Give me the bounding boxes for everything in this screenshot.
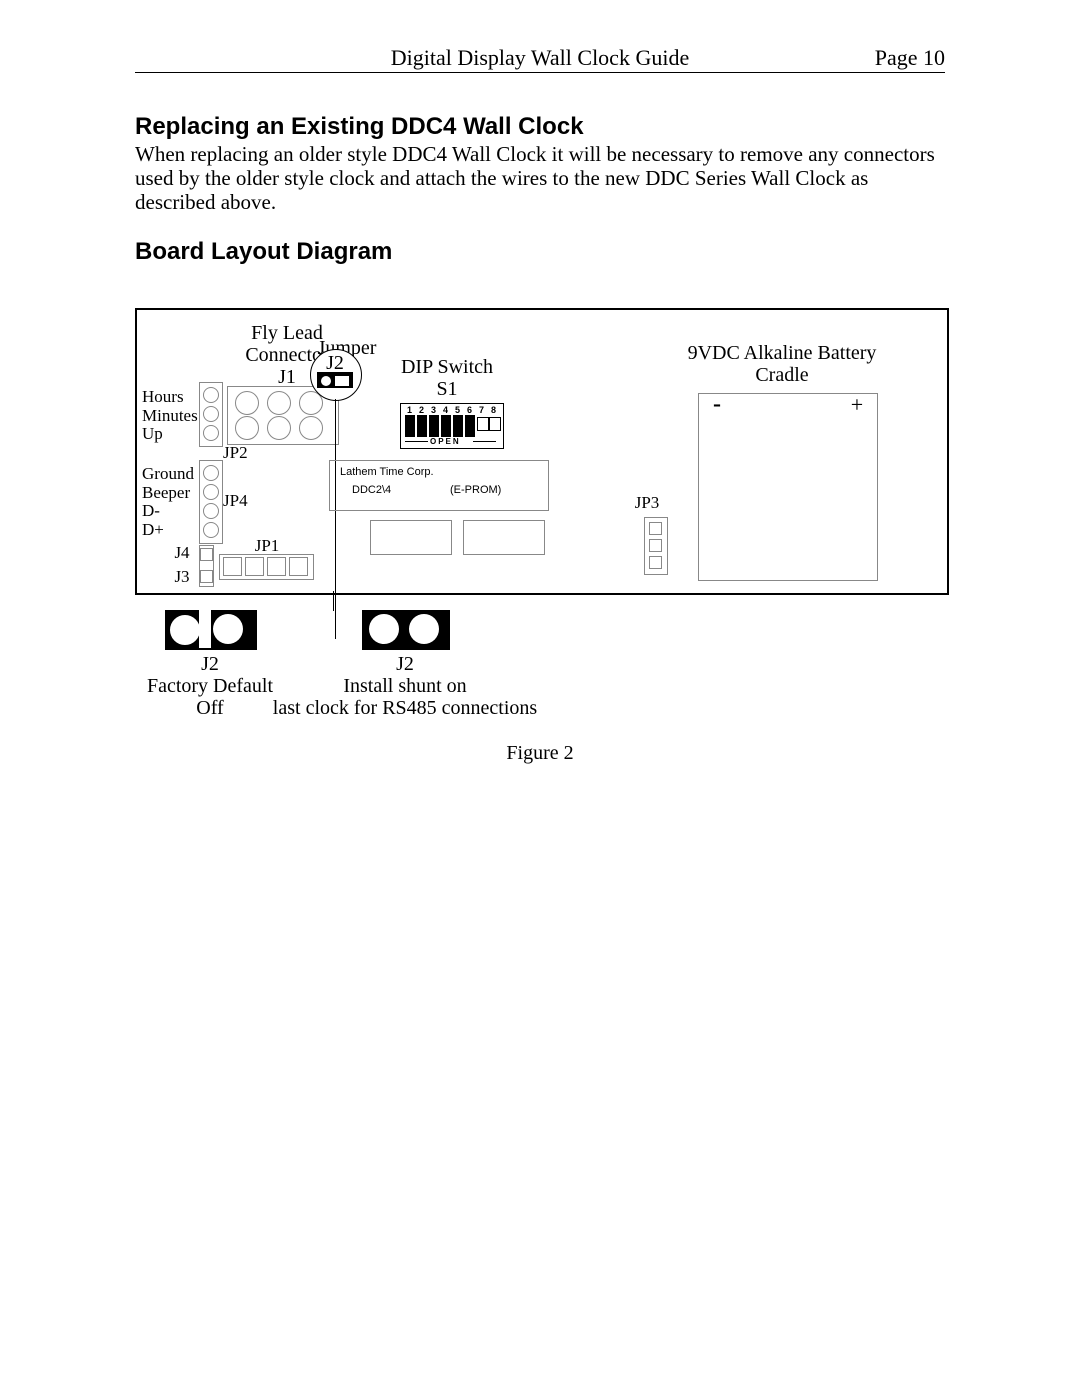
pin — [203, 522, 219, 538]
label-j3: J3 — [167, 568, 197, 587]
dip-slider — [465, 415, 475, 437]
dip-slider — [477, 417, 489, 431]
pin — [203, 387, 219, 403]
dip-num: 4 — [443, 405, 448, 415]
j2-off-gap — [199, 610, 211, 648]
jp3-pad — [649, 522, 662, 535]
battery-plus: + — [847, 393, 867, 417]
j2-shunt-pin — [334, 375, 350, 387]
dip-slider — [441, 415, 451, 437]
label-j2-on-title: J2 — [310, 653, 500, 675]
j2-off-pin — [213, 614, 243, 644]
body-replacing: When replacing an older style DDC4 Wall … — [135, 142, 945, 214]
j3-pad — [200, 570, 213, 583]
small-box — [463, 520, 545, 555]
dip-num: 6 — [467, 405, 472, 415]
j4-pad — [200, 548, 213, 561]
leader-line-ext — [333, 591, 334, 611]
pin — [203, 465, 219, 481]
dip-num: 8 — [491, 405, 496, 415]
label-jp2: JP2 — [223, 444, 263, 463]
ic — [223, 557, 242, 576]
heading-board-layout: Board Layout Diagram — [135, 238, 392, 266]
dip-open-arrow — [473, 441, 496, 442]
j2-on-pin — [369, 614, 399, 644]
dip-num: 2 — [419, 405, 424, 415]
j1-pin — [235, 391, 259, 415]
pin — [203, 503, 219, 519]
j1-pin — [235, 416, 259, 440]
j1-pin — [267, 416, 291, 440]
header-rule — [135, 72, 945, 73]
ic — [267, 557, 286, 576]
dip-num: 7 — [479, 405, 484, 415]
pin — [203, 406, 219, 422]
ic — [245, 557, 264, 576]
battery-cradle — [698, 393, 878, 581]
dip-slider — [429, 415, 439, 437]
label-j2-on-l2: last clock for RS485 connections — [270, 697, 540, 719]
label-dip-switch: DIP Switch S1 — [387, 356, 507, 400]
dip-num: 5 — [455, 405, 460, 415]
label-j2-off-title: J2 — [135, 653, 285, 675]
dip-open-arrow — [405, 441, 428, 442]
dip-num: 3 — [431, 405, 436, 415]
figure-caption: Figure 2 — [0, 742, 1080, 764]
j2-on-pin — [409, 614, 439, 644]
dip-slider — [453, 415, 463, 437]
eprom-type: (E-PROM) — [450, 484, 501, 496]
pin — [203, 425, 219, 441]
j2-off-pin — [169, 614, 201, 646]
ic — [289, 557, 308, 576]
dip-slider — [489, 417, 501, 431]
label-pins-ground: Ground Beeper D- D+ — [142, 465, 197, 540]
jp3-pad — [649, 556, 662, 569]
label-j2-off-l2: Off — [135, 697, 285, 719]
label-battery: 9VDC Alkaline Battery Cradle — [657, 342, 907, 386]
small-box — [370, 520, 452, 555]
j1-pin — [267, 391, 291, 415]
j1-pin — [299, 416, 323, 440]
battery-minus: - — [707, 391, 727, 417]
eprom-vendor: Lathem Time Corp. — [340, 466, 434, 478]
dip-num: 1 — [407, 405, 412, 415]
board-outline: Fly Lead Connector J1 Jumper J2 DIP Swit… — [135, 308, 949, 595]
label-j4: J4 — [167, 544, 197, 563]
dip-open-label: OPEN — [430, 437, 461, 446]
label-j2-off-l1: Factory Default — [135, 675, 285, 697]
label-j2: J2 — [310, 352, 360, 374]
label-jp3: JP3 — [627, 494, 667, 513]
label-jp1: JP1 — [247, 537, 287, 556]
eprom-model: DDC2\4 — [352, 484, 391, 496]
label-pins-hours: Hours Minutes Up — [142, 388, 197, 444]
heading-replacing: Replacing an Existing DDC4 Wall Clock — [135, 113, 584, 141]
label-jp4: JP4 — [223, 492, 263, 511]
j2-shunt-pin — [320, 375, 332, 387]
dip-slider — [417, 415, 427, 437]
label-j2-on-l1: Install shunt on — [300, 675, 510, 697]
jp3-pad — [649, 539, 662, 552]
header-page-number: Page 10 — [875, 45, 945, 71]
dip-slider — [405, 415, 415, 437]
pin — [203, 484, 219, 500]
leader-line — [335, 399, 336, 639]
